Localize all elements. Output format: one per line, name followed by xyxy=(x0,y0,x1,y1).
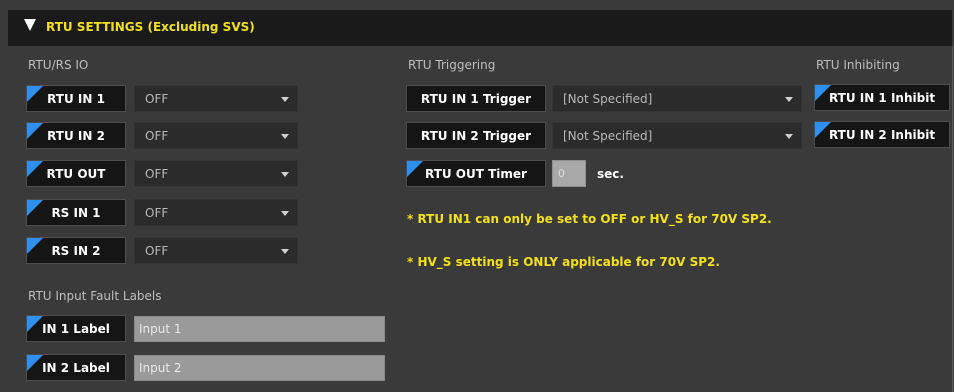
flag-icon xyxy=(27,161,43,177)
in-2-label-input[interactable]: Input 2 xyxy=(134,355,385,381)
rtu-in-1-trigger-select[interactable]: [Not Specified] xyxy=(552,85,802,112)
collapse-triangle-icon[interactable] xyxy=(24,19,36,31)
rs-in-1-select[interactable]: OFF xyxy=(134,199,298,226)
input-value: Input 2 xyxy=(139,361,182,375)
input-value: Input 1 xyxy=(139,322,182,336)
chevron-down-icon xyxy=(785,134,793,139)
fault-labels-heading: RTU Input Fault Labels xyxy=(28,289,162,303)
rtu-in-2-select[interactable]: OFF xyxy=(134,122,298,149)
rtu-in-1-button[interactable]: RTU IN 1 xyxy=(26,85,126,112)
flag-icon xyxy=(815,85,831,101)
flag-icon xyxy=(27,123,43,139)
note-2: * HV_S setting is ONLY applicable for 70… xyxy=(407,255,720,269)
button-label: RTU IN 1 Inhibit xyxy=(828,90,936,105)
rtu-in-2-inhibit-button[interactable]: RTU IN 2 Inhibit xyxy=(814,121,950,148)
button-label: RTU IN 1 xyxy=(47,91,105,106)
input-value: 0 xyxy=(558,167,565,180)
chevron-down-icon xyxy=(281,172,289,177)
button-label: RTU IN 1 Trigger xyxy=(420,91,532,106)
chevron-down-icon xyxy=(281,134,289,139)
button-label: RTU OUT Timer xyxy=(425,166,527,181)
timer-unit: sec. xyxy=(597,167,624,181)
chevron-down-icon xyxy=(281,249,289,254)
in-1-label-button[interactable]: IN 1 Label xyxy=(26,315,126,342)
button-label: RTU IN 2 Trigger xyxy=(420,128,532,143)
chevron-down-icon xyxy=(281,211,289,216)
chevron-down-icon xyxy=(281,97,289,102)
rtu-out-select[interactable]: OFF xyxy=(134,160,298,187)
rtu-triggering-heading: RTU Triggering xyxy=(408,58,496,72)
rtu-inhibiting-heading: RTU Inhibiting xyxy=(816,58,900,72)
rtu-in-1-inhibit-button[interactable]: RTU IN 1 Inhibit xyxy=(814,84,950,111)
rtu-out-timer-input[interactable]: 0 xyxy=(552,160,586,187)
select-value: OFF xyxy=(145,243,169,258)
button-label: IN 1 Label xyxy=(42,321,110,336)
select-value: [Not Specified] xyxy=(563,128,653,143)
rtu-in-1-select[interactable]: OFF xyxy=(134,85,298,112)
select-value: OFF xyxy=(145,128,169,143)
flag-icon xyxy=(27,355,43,371)
select-value: [Not Specified] xyxy=(563,91,653,106)
rtu-out-timer-button[interactable]: RTU OUT Timer xyxy=(406,160,546,187)
section-header[interactable]: RTU SETTINGS (Excluding SVS) xyxy=(8,10,952,46)
select-value: OFF xyxy=(145,91,169,106)
rtu-rs-io-heading: RTU/RS IO xyxy=(28,58,89,72)
rs-in-2-select[interactable]: OFF xyxy=(134,237,298,264)
button-label: IN 2 Label xyxy=(42,360,110,375)
button-label: RTU IN 2 xyxy=(47,128,105,143)
flag-icon xyxy=(27,316,43,332)
select-value: OFF xyxy=(145,166,169,181)
button-label: RTU IN 2 Inhibit xyxy=(828,127,936,142)
button-label: RS IN 2 xyxy=(51,243,101,258)
button-label: RS IN 1 xyxy=(51,205,101,220)
flag-icon xyxy=(815,122,831,138)
note-1: * RTU IN1 can only be set to OFF or HV_S… xyxy=(407,212,772,226)
button-label: RTU OUT xyxy=(46,166,106,181)
chevron-down-icon xyxy=(785,97,793,102)
rs-in-1-button[interactable]: RS IN 1 xyxy=(26,199,126,226)
rs-in-2-button[interactable]: RS IN 2 xyxy=(26,237,126,264)
flag-icon xyxy=(407,161,423,177)
in-1-label-input[interactable]: Input 1 xyxy=(134,316,385,342)
rtu-settings-window: RTU SETTINGS (Excluding SVS) RTU/RS IO R… xyxy=(0,0,954,392)
rtu-out-button[interactable]: RTU OUT xyxy=(26,160,126,187)
flag-icon xyxy=(27,238,43,254)
select-value: OFF xyxy=(145,205,169,220)
flag-icon xyxy=(27,200,43,216)
rtu-in-1-trigger-button[interactable]: RTU IN 1 Trigger xyxy=(406,85,546,112)
flag-icon xyxy=(27,86,43,102)
rtu-in-2-button[interactable]: RTU IN 2 xyxy=(26,122,126,149)
rtu-in-2-trigger-select[interactable]: [Not Specified] xyxy=(552,122,802,149)
section-title: RTU SETTINGS (Excluding SVS) xyxy=(46,20,255,34)
rtu-in-2-trigger-button[interactable]: RTU IN 2 Trigger xyxy=(406,122,546,149)
in-2-label-button[interactable]: IN 2 Label xyxy=(26,354,126,381)
